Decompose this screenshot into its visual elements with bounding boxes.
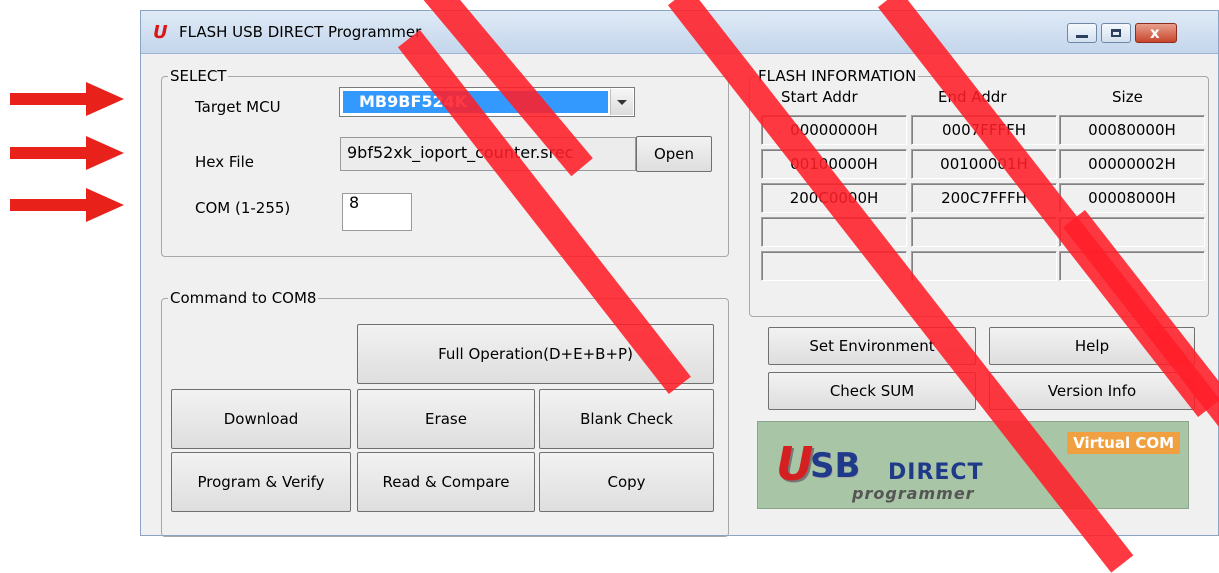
blank-check-button[interactable]: Blank Check: [539, 389, 714, 449]
table-cell: 00100000H: [761, 149, 907, 179]
logo-u: U: [776, 437, 814, 491]
maximize-icon: [1111, 29, 1121, 37]
erase-button[interactable]: Erase: [357, 389, 535, 449]
column-header: Start Addr: [781, 88, 858, 106]
table-cell: [911, 217, 1057, 247]
close-icon: x: [1150, 24, 1160, 42]
table-cell: [1059, 251, 1205, 281]
table-cell: 00000000H: [761, 115, 907, 145]
hex-file-label: Hex File: [195, 153, 254, 171]
red-arrow-icon: [10, 188, 124, 222]
logo-sb: SB: [810, 446, 861, 486]
column-header: End Addr: [938, 88, 1007, 106]
dropdown-button[interactable]: [610, 89, 633, 115]
copy-button[interactable]: Copy: [539, 452, 714, 512]
table-cell: [1059, 217, 1205, 247]
hex-file-field[interactable]: 9bf52xk_ioport_counter.srec: [340, 137, 636, 171]
command-legend: Command to COM8: [170, 289, 317, 307]
table-cell: [761, 251, 907, 281]
table-cell: 00008000H: [1059, 183, 1205, 213]
table-cell: 0007FFFFH: [911, 115, 1057, 145]
target-mcu-select[interactable]: MB9BF524K: [339, 87, 635, 117]
table-cell: 00000002H: [1059, 149, 1205, 179]
com-label: COM (1-255): [195, 199, 291, 217]
maximize-button[interactable]: [1101, 23, 1131, 43]
client-area: SELECT Target MCU MB9BF524K Hex File 9bf…: [145, 54, 1214, 537]
flash-info-legend: FLASH INFORMATION: [758, 67, 917, 85]
column-header: Size: [1112, 88, 1143, 106]
set-environment-button[interactable]: Set Environment: [768, 327, 976, 365]
logo-programmer: programmer: [852, 484, 975, 503]
table-cell: 200C0000H: [761, 183, 907, 213]
select-legend: SELECT: [170, 67, 227, 85]
table-cell: 00080000H: [1059, 115, 1205, 145]
close-button[interactable]: x: [1135, 23, 1177, 43]
table-cell: [911, 251, 1057, 281]
usb-direct-logo-banner: Virtual COM U SB DIRECT programmer: [757, 421, 1189, 509]
logo-direct: DIRECT: [888, 460, 984, 485]
window-title: FLASH USB DIRECT Programmer: [179, 23, 422, 41]
target-mcu-value: MB9BF524K: [343, 91, 608, 113]
version-info-button[interactable]: Version Info: [989, 372, 1195, 410]
minimize-icon: [1076, 35, 1088, 38]
u-logo-icon: U: [153, 22, 168, 43]
title-bar[interactable]: U FLASH USB DIRECT Programmer x: [141, 11, 1218, 54]
open-button[interactable]: Open: [636, 136, 712, 172]
full-operation-button[interactable]: Full Operation(D+E+B+P): [357, 324, 714, 384]
chevron-down-icon: [617, 100, 627, 105]
program-verify-button[interactable]: Program & Verify: [171, 452, 351, 512]
com-port-input[interactable]: 8: [342, 193, 412, 231]
table-cell: 00100001H: [911, 149, 1057, 179]
virtual-com-badge: Virtual COM: [1067, 432, 1180, 454]
download-button[interactable]: Download: [171, 389, 351, 449]
red-arrow-icon: [10, 82, 124, 116]
table-cell: [761, 217, 907, 247]
help-button[interactable]: Help: [989, 327, 1195, 365]
table-cell: 200C7FFFH: [911, 183, 1057, 213]
red-arrow-icon: [10, 136, 124, 170]
minimize-button[interactable]: [1067, 23, 1097, 43]
check-sum-button[interactable]: Check SUM: [768, 372, 976, 410]
target-mcu-label: Target MCU: [195, 98, 281, 116]
read-compare-button[interactable]: Read & Compare: [357, 452, 535, 512]
programmer-window: U FLASH USB DIRECT Programmer x SELECT T…: [140, 10, 1219, 537]
